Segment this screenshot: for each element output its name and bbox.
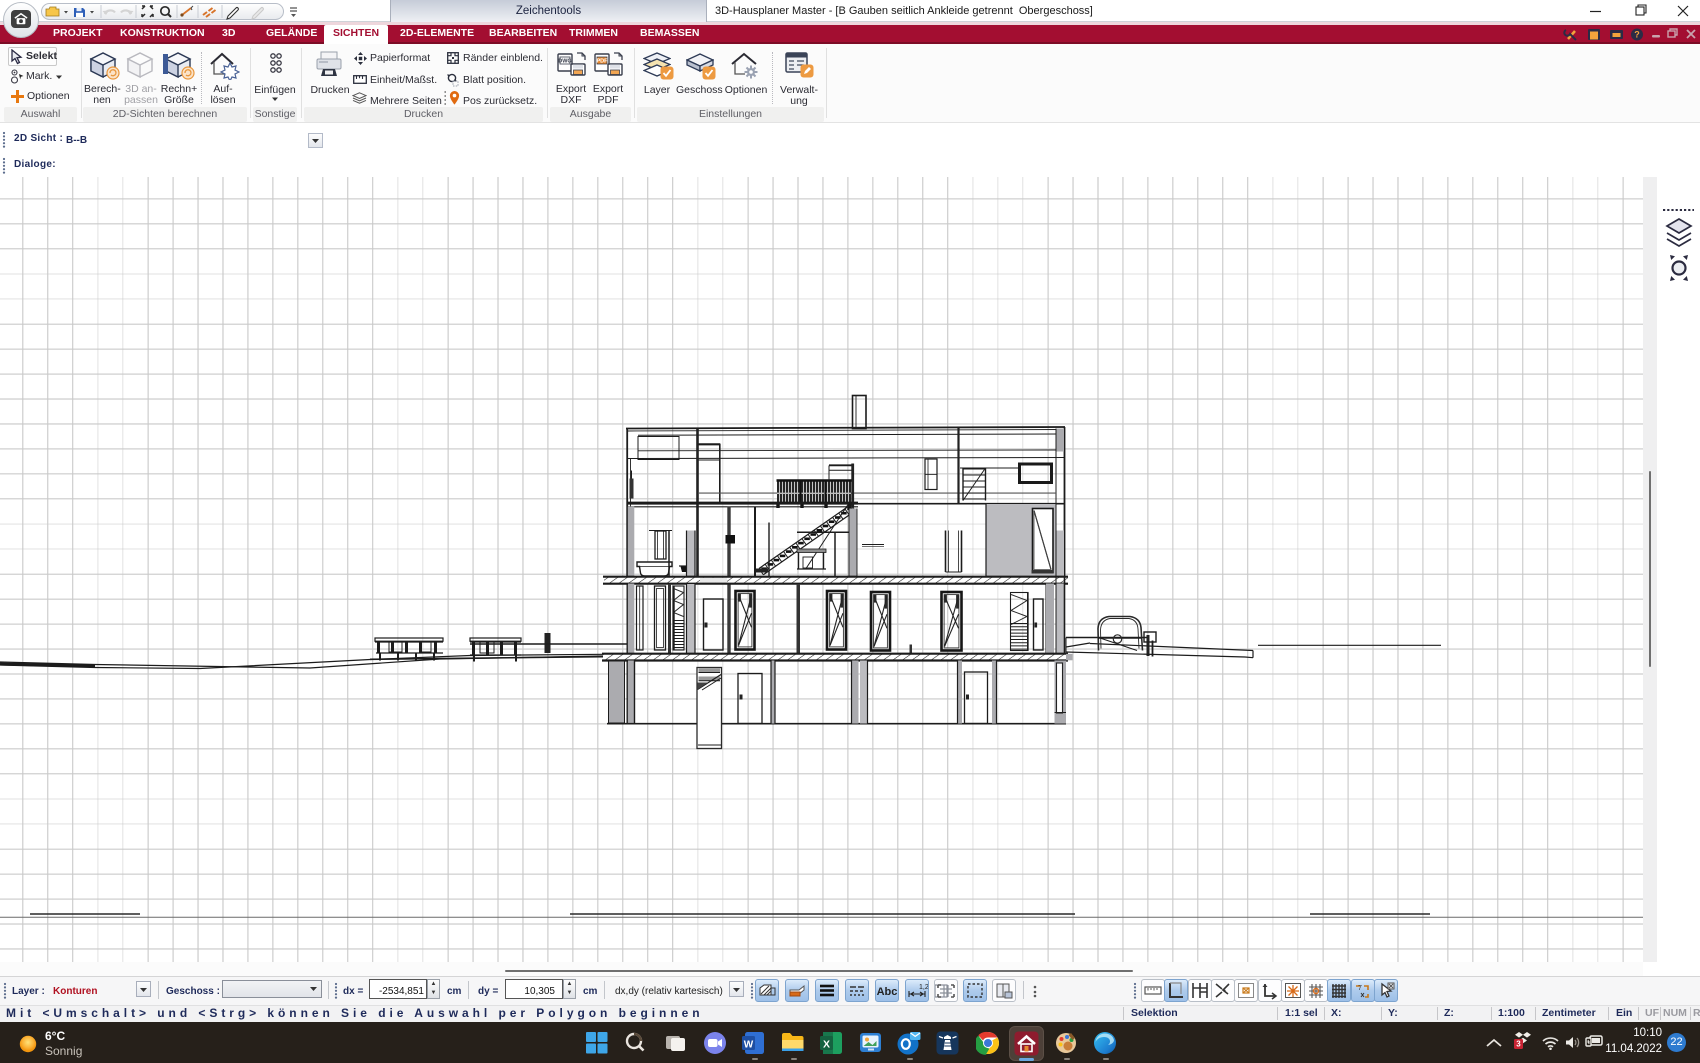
svg-text:1,2: 1,2 — [919, 984, 928, 991]
svg-text:?: ? — [1634, 30, 1640, 40]
svg-text:DWG: DWG — [558, 59, 571, 65]
svg-text:PDF: PDF — [597, 59, 609, 65]
svg-text:Abc: Abc — [877, 986, 898, 998]
svg-text:X: X — [823, 1039, 830, 1051]
svg-text:7: 7 — [1358, 985, 1362, 992]
svg-text:3: 3 — [1516, 1040, 1521, 1049]
svg-text:W: W — [744, 1040, 754, 1051]
